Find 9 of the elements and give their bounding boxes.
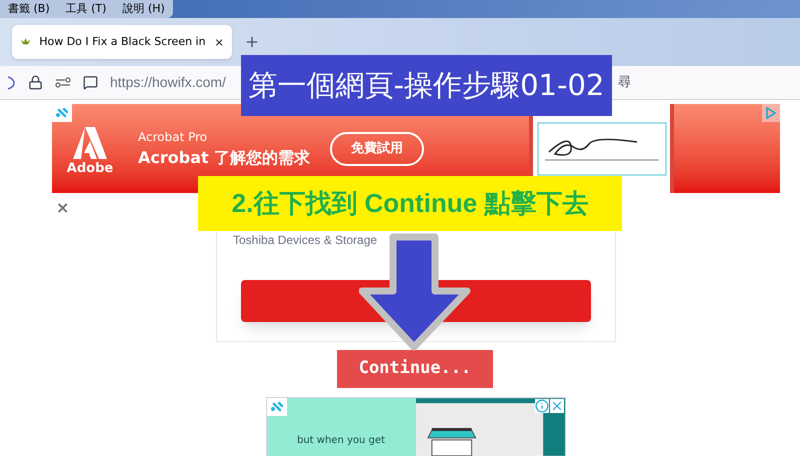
- search-text: 尋: [618, 74, 631, 92]
- brand-text: Adobe: [66, 160, 114, 178]
- tab-title: How Do I Fix a Black Screen in: [39, 34, 206, 50]
- hint-caption: 2.往下找到 Continue 點擊下去: [198, 176, 622, 231]
- product-name: Acrobat Pro: [138, 128, 208, 146]
- ad-headline: Acrobat 了解您的需求: [138, 146, 312, 168]
- card-title: Toshiba Devices & Storage: [233, 233, 378, 247]
- title-caption: 第一個網頁-操作步驟01-02: [241, 55, 612, 116]
- ad-text: but when you get: [297, 434, 385, 448]
